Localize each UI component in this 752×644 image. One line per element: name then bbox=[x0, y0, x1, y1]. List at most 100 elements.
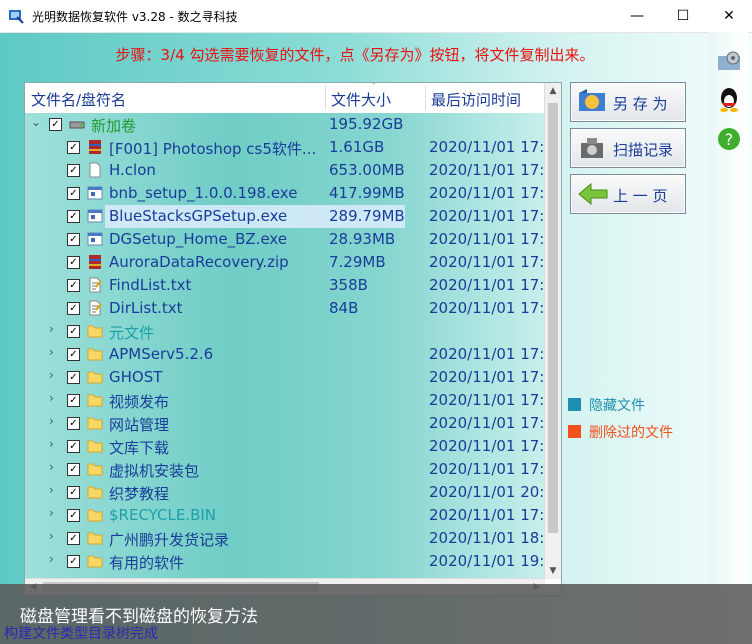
table-row[interactable]: ✓ DGSetup_Home_BZ.exe 28.93MB 2020/11/01 17… bbox=[25, 228, 545, 251]
header-separator bbox=[325, 86, 326, 110]
header-date[interactable]: 最后访问时间 bbox=[431, 89, 521, 110]
scan-log-button[interactable]: 扫描记录 bbox=[570, 128, 686, 168]
header-size[interactable]: 文件大小 bbox=[331, 89, 391, 110]
row-date: 2020/11/01 17:5 bbox=[429, 207, 545, 225]
expand-arrow-icon[interactable]: › bbox=[49, 552, 54, 566]
scan-log-label: 扫描记录 bbox=[613, 141, 674, 159]
expand-arrow-icon[interactable]: › bbox=[49, 391, 54, 405]
settings-icon[interactable] bbox=[716, 48, 742, 74]
qq-penguin-icon[interactable] bbox=[716, 86, 742, 112]
exe-icon bbox=[87, 209, 103, 223]
expand-arrow-icon[interactable]: › bbox=[49, 437, 54, 451]
table-row[interactable]: › ✓ APMServ5.2.6 2020/11/01 17:4 bbox=[25, 343, 545, 366]
folder-icon bbox=[87, 509, 103, 522]
row-name: FindList.txt bbox=[109, 276, 192, 294]
row-checkbox[interactable]: ✓ bbox=[67, 164, 80, 177]
folder-icon bbox=[87, 394, 103, 407]
row-checkbox[interactable]: ✓ bbox=[67, 141, 80, 154]
exe-icon bbox=[87, 186, 103, 200]
vertical-scrollbar[interactable]: ▲ ▼ bbox=[544, 83, 561, 579]
text-file-icon bbox=[89, 277, 102, 293]
row-date: 2020/11/01 17:5 bbox=[429, 253, 545, 271]
save-world-icon bbox=[579, 89, 605, 111]
row-date: 2020/11/01 17:5 bbox=[429, 161, 545, 179]
table-row[interactable]: › ✓ 网站管理 2020/11/01 17:5 bbox=[25, 412, 545, 435]
table-row[interactable]: › ✓ 元文件 bbox=[25, 320, 545, 343]
table-row[interactable]: ✓ DirList.txt 84B 2020/11/01 17:5 bbox=[25, 297, 545, 320]
row-checkbox[interactable]: ✓ bbox=[67, 348, 80, 361]
help-icon[interactable]: ? bbox=[716, 126, 742, 152]
row-checkbox[interactable]: ✓ bbox=[67, 440, 80, 453]
row-checkbox[interactable]: ✓ bbox=[67, 394, 80, 407]
expand-arrow-icon[interactable]: › bbox=[49, 322, 54, 336]
table-row[interactable]: › ✓ 有用的软件 2020/11/01 19:5 bbox=[25, 550, 545, 573]
table-row[interactable]: ✓ [F001] Photoshop cs5软件... 1.61GB 2020/11/… bbox=[25, 136, 545, 159]
header-name[interactable]: 文件名/盘符名 bbox=[31, 89, 126, 110]
row-size: 84B bbox=[329, 299, 359, 317]
table-row[interactable]: ✓ BlueStacksGPSetup.exe 289.79MB 2020/11/01… bbox=[25, 205, 545, 228]
row-name: 有用的软件 bbox=[109, 554, 185, 572]
maximize-button[interactable]: ☐ bbox=[660, 0, 706, 32]
row-checkbox[interactable]: ✓ bbox=[67, 233, 80, 246]
table-row[interactable]: › ✓ 织梦教程 2020/11/01 20:2 bbox=[25, 481, 545, 504]
file-tree: ⌄ ✓ 新加卷 195.92GB ✓ [F001] Photoshop cs5软件... 1… bbox=[25, 113, 545, 579]
expand-arrow-icon[interactable]: › bbox=[49, 483, 54, 497]
row-date: 2020/11/01 19:5 bbox=[429, 552, 545, 570]
table-row[interactable]: › ✓ $RECYCLE.BIN 2020/11/01 17:5 bbox=[25, 504, 545, 527]
expand-arrow-icon[interactable]: › bbox=[49, 460, 54, 474]
expand-arrow-icon[interactable]: › bbox=[49, 506, 54, 520]
row-checkbox[interactable]: ✓ bbox=[67, 555, 80, 568]
row-date: 2020/11/01 17:5 bbox=[429, 230, 545, 248]
row-checkbox[interactable]: ✓ bbox=[67, 532, 80, 545]
save-as-button[interactable]: 另 存 为 bbox=[570, 82, 686, 122]
row-checkbox[interactable]: ✓ bbox=[67, 187, 80, 200]
file-list-panel: 文件名/盘符名 ⌄ 文件大小 最后访问时间 ⌄ ✓ 新加卷 195.92GB ✓ [F00… bbox=[24, 82, 562, 596]
table-row[interactable]: ✓ AuroraDataRecovery.zip 7.29MB 2020/11/01 … bbox=[25, 251, 545, 274]
row-checkbox[interactable]: ✓ bbox=[67, 509, 80, 522]
row-name: 虚拟机安装包 bbox=[109, 462, 200, 480]
folder-icon bbox=[87, 440, 103, 453]
scroll-thumb[interactable] bbox=[548, 103, 558, 533]
table-row[interactable]: › ✓ 文库下载 2020/11/01 17:5 bbox=[25, 435, 545, 458]
table-row[interactable]: › ✓ GHOST 2020/11/01 17:5 bbox=[25, 366, 545, 389]
table-row[interactable]: ⌄ ✓ 新加卷 195.92GB bbox=[25, 113, 545, 136]
row-size: 358B bbox=[329, 276, 368, 294]
scroll-down-icon[interactable]: ▼ bbox=[545, 563, 561, 579]
row-checkbox[interactable]: ✓ bbox=[67, 210, 80, 223]
window-title: 光明数据恢复软件 v3.28 - 数之寻科技 bbox=[32, 10, 238, 24]
row-name: GHOST bbox=[109, 368, 163, 386]
table-row[interactable]: › ✓ 广州鹏升发货记录 2020/11/01 18:5 bbox=[25, 527, 545, 550]
expand-arrow-icon[interactable]: › bbox=[49, 529, 54, 543]
row-checkbox[interactable]: ✓ bbox=[67, 279, 80, 292]
archive-icon bbox=[89, 140, 101, 154]
prev-page-button[interactable]: 上 一 页 bbox=[570, 174, 686, 214]
right-sidebar: ? bbox=[708, 32, 748, 592]
row-checkbox[interactable]: ✓ bbox=[67, 463, 80, 476]
table-row[interactable]: ✓ bnb_setup_1.0.0.198.exe 417.99MB 2020/11/… bbox=[25, 182, 545, 205]
table-row[interactable]: › ✓ 虚拟机安装包 2020/11/01 17:5 bbox=[25, 458, 545, 481]
table-row[interactable]: ✓ FindList.txt 358B 2020/11/01 17:5 bbox=[25, 274, 545, 297]
scroll-up-icon[interactable]: ▲ bbox=[545, 83, 561, 99]
legend-deleted-label: 删除过的文件 bbox=[589, 425, 673, 441]
file-icon bbox=[89, 162, 101, 178]
table-row[interactable]: ✓ H.clon 653.00MB 2020/11/01 17:5 bbox=[25, 159, 545, 182]
row-checkbox[interactable]: ✓ bbox=[67, 325, 80, 338]
expand-arrow-icon[interactable]: › bbox=[49, 368, 54, 382]
legend-hidden-label: 隐藏文件 bbox=[589, 398, 645, 414]
expand-arrow-icon[interactable]: › bbox=[49, 414, 54, 428]
row-checkbox[interactable]: ✓ bbox=[67, 302, 80, 315]
row-checkbox[interactable]: ✓ bbox=[67, 371, 80, 384]
row-date: 2020/11/01 17:5 bbox=[429, 506, 545, 524]
close-button[interactable]: ✕ bbox=[706, 0, 752, 32]
table-row[interactable]: › ✓ 视频发布 2020/11/01 17:5 bbox=[25, 389, 545, 412]
folder-icon bbox=[87, 371, 103, 384]
row-checkbox[interactable]: ✓ bbox=[67, 256, 80, 269]
row-checkbox[interactable]: ✓ bbox=[49, 118, 62, 131]
expand-arrow-icon[interactable]: › bbox=[49, 345, 54, 359]
title-bar: 光明数据恢复软件 v3.28 - 数之寻科技 — ☐ ✕ bbox=[0, 0, 752, 33]
minimize-button[interactable]: — bbox=[614, 0, 660, 32]
row-checkbox[interactable]: ✓ bbox=[67, 486, 80, 499]
app-icon bbox=[9, 10, 24, 24]
collapse-arrow-icon[interactable]: ⌄ bbox=[31, 115, 41, 129]
row-checkbox[interactable]: ✓ bbox=[67, 417, 80, 430]
